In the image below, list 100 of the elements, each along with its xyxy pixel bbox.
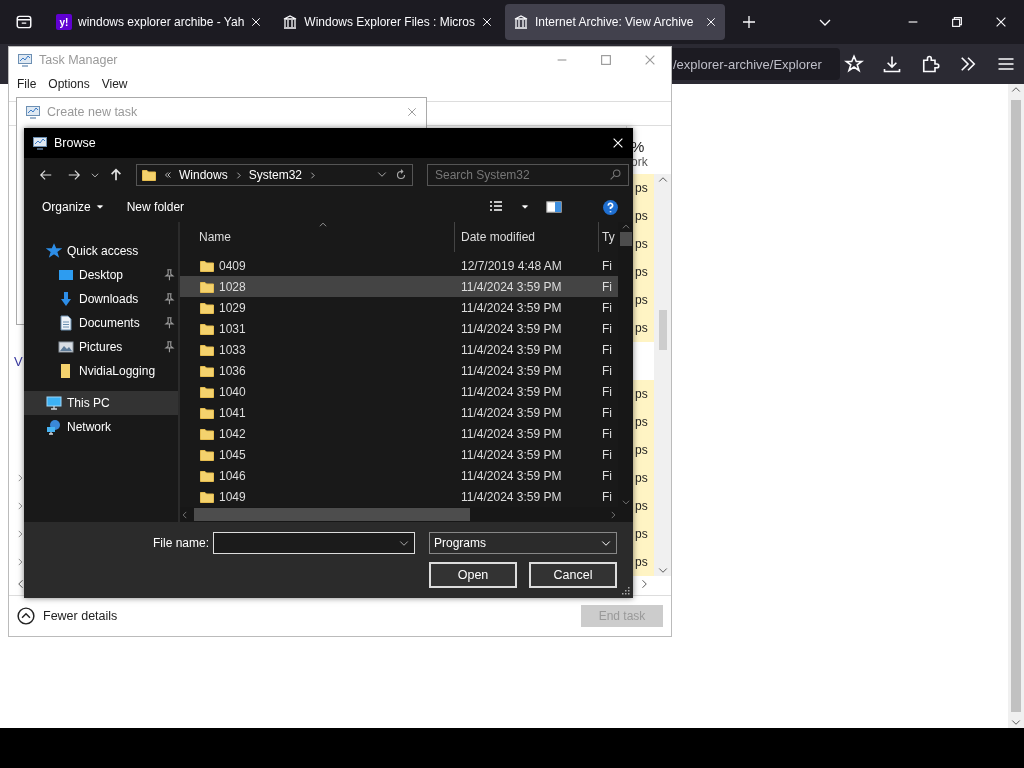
table-cell: ps (635, 321, 648, 335)
file-row[interactable]: 1031 11/4/2024 3:59 PM Fi (180, 318, 618, 339)
table-cell-text: Fi (601, 405, 613, 420)
file-name-field[interactable] (213, 532, 415, 554)
close-tab-icon[interactable] (705, 16, 717, 28)
file-type-dropdown[interactable]: Programs (429, 532, 617, 554)
forward-icon[interactable] (67, 168, 81, 182)
back-icon[interactable] (39, 168, 53, 182)
column-header[interactable]: Name (180, 222, 454, 252)
file-row[interactable]: 0409 12/7/2019 4:48 AM Fi (180, 255, 618, 276)
menu-item[interactable]: View (101, 77, 128, 93)
nav-item[interactable]: Downloads (24, 287, 178, 311)
extensions-icon[interactable] (920, 54, 940, 74)
close-tab-icon[interactable] (481, 16, 493, 28)
file-row[interactable]: 1045 11/4/2024 3:59 PM Fi (180, 444, 618, 465)
preview-pane-icon[interactable] (546, 199, 562, 215)
page-scrollbar[interactable] (1008, 84, 1024, 728)
file-row[interactable]: 1042 11/4/2024 3:59 PM Fi (180, 423, 618, 444)
expand-chevron-icon[interactable] (15, 557, 25, 567)
overflow-icon[interactable] (958, 54, 978, 74)
nav-item[interactable]: Pictures (24, 335, 178, 359)
scroll-down-icon (620, 497, 631, 507)
scrollbar[interactable] (654, 174, 671, 576)
column-header[interactable]: Ty (598, 222, 615, 252)
nav-item[interactable]: Network (24, 415, 178, 439)
expand-chevron-icon[interactable] (15, 501, 25, 511)
file-name: 1042 (219, 426, 246, 441)
file-row[interactable]: 1041 11/4/2024 3:59 PM Fi (180, 402, 618, 423)
download-icon[interactable] (882, 54, 902, 74)
table-cell-text: Fi (601, 279, 613, 294)
browse-icon (32, 135, 48, 151)
address-bar[interactable]: /explorer-archive/Explorer (672, 48, 840, 80)
browser-tab[interactable]: Internet Archive: View Archive (505, 4, 725, 40)
expand-chevron-icon[interactable] (15, 529, 25, 539)
new-tab-icon[interactable] (741, 14, 757, 30)
scroll-up-icon (620, 222, 631, 232)
recent-chevron-icon[interactable] (90, 170, 100, 180)
resize-grip-icon (619, 584, 631, 596)
help-icon[interactable] (602, 198, 619, 216)
nav-item[interactable]: NvidiaLogging (24, 359, 178, 383)
table-cell-text: 11/4/2024 3:59 PM (460, 384, 563, 399)
bookmark-star-icon[interactable] (844, 54, 864, 74)
nav-item[interactable]: Documents (24, 311, 178, 335)
tab-overview-icon[interactable] (15, 13, 33, 31)
run-icon (25, 104, 41, 120)
organize-menu[interactable]: Organize (36, 198, 111, 216)
close-tab-icon[interactable] (250, 16, 263, 28)
dialog-button[interactable]: Open (429, 562, 517, 588)
table-cell-text: 11/4/2024 3:59 PM (460, 447, 563, 462)
file-row[interactable]: 1049 11/4/2024 3:59 PM Fi (180, 486, 618, 507)
dialog-button[interactable]: Cancel (529, 562, 617, 588)
table-cell-text: 11/4/2024 3:59 PM (460, 363, 563, 378)
column-header[interactable]: Date modified (454, 222, 598, 252)
restore-icon[interactable] (950, 15, 964, 29)
close-icon[interactable] (994, 15, 1008, 29)
table-cell: ps (635, 237, 648, 251)
table-cell-text: 11/4/2024 3:59 PM (460, 489, 563, 504)
file-row[interactable]: 1046 11/4/2024 3:59 PM Fi (180, 465, 618, 486)
scroll-thumb[interactable] (194, 508, 470, 521)
table-cell: ps (635, 443, 648, 457)
file-row[interactable]: 1029 11/4/2024 3:59 PM Fi (180, 297, 618, 318)
scroll-thumb[interactable] (619, 232, 632, 246)
scroll-thumb[interactable] (1011, 100, 1021, 712)
table-cell-text: 11/4/2024 3:59 PM (460, 342, 563, 357)
nav-item[interactable]: Quick access (24, 239, 178, 263)
file-name: 1029 (219, 300, 246, 315)
maximize-icon[interactable] (599, 53, 613, 67)
pin-icon (162, 292, 176, 306)
table-cell-text: Fi (601, 489, 613, 504)
up-icon[interactable] (109, 168, 123, 182)
nav-item[interactable]: Desktop (24, 263, 178, 287)
table-cell: ps (635, 181, 648, 195)
table-cell-text: Fi (601, 468, 613, 483)
nav-item[interactable]: This PC (24, 391, 178, 415)
download-arrow-icon (58, 291, 74, 307)
menu-item[interactable]: File (17, 77, 37, 93)
file-row[interactable]: 1040 11/4/2024 3:59 PM Fi (180, 381, 618, 402)
browser-tab[interactable]: y! windows explorer archibe - Yah (48, 4, 271, 40)
menu-item[interactable]: Options (48, 77, 90, 93)
address-field[interactable]: Windows System32 (136, 164, 413, 186)
new-folder-button[interactable]: New folder (120, 198, 191, 216)
collapse-icon[interactable] (17, 607, 35, 625)
browser-tab[interactable]: Windows Explorer Files : Micros (274, 4, 501, 40)
file-row[interactable]: 1028 11/4/2024 3:59 PM Fi (180, 276, 618, 297)
scrollbar[interactable] (180, 507, 633, 522)
scroll-left-icon (180, 509, 190, 520)
caret-icon[interactable] (520, 202, 530, 212)
search-field[interactable]: Search System32 (427, 164, 629, 186)
table-cell-text: Fi (601, 363, 613, 378)
site-logo-icon: y! (56, 14, 72, 30)
details-toggle[interactable]: Fewer details (43, 609, 118, 623)
file-row[interactable]: 1033 11/4/2024 3:59 PM Fi (180, 339, 618, 360)
close-icon[interactable] (611, 136, 625, 150)
building-icon (282, 14, 299, 30)
scroll-thumb[interactable] (658, 310, 667, 350)
task-manager-icon (17, 52, 33, 68)
file-row[interactable]: 1036 11/4/2024 3:59 PM Fi (180, 360, 618, 381)
table-cell: ps (635, 527, 648, 541)
table-cell: ps (635, 209, 648, 223)
expand-chevron-icon[interactable] (15, 473, 25, 483)
